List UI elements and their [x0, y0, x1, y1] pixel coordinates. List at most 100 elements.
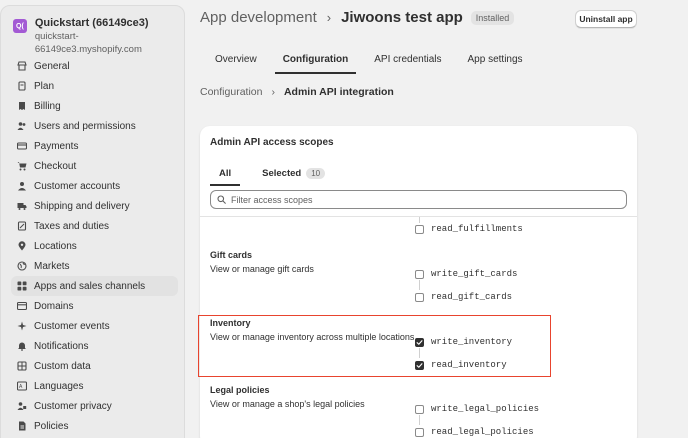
tax-icon: [17, 221, 27, 231]
policy-icon: [17, 421, 27, 431]
apps-icon: [17, 281, 27, 291]
checkbox-write-gift-cards[interactable]: [415, 269, 424, 279]
sub-breadcrumb-current: Admin API integration: [283, 86, 394, 98]
sub-breadcrumb-parent-link[interactable]: Configuration: [200, 86, 262, 98]
sidebar-item-label: Taxes and duties: [34, 220, 110, 232]
selected-count-badge: 10: [306, 167, 326, 179]
search-icon: [217, 191, 226, 209]
tab-configuration[interactable]: Configuration: [274, 46, 357, 74]
sidebar-item-label: Policies: [34, 420, 69, 432]
sidebar-item-label: Customer events: [34, 320, 110, 332]
sidebar-item-users-and-permissions[interactable]: Users and permissions: [11, 116, 178, 136]
scope-label: read_fulfillments: [431, 224, 523, 234]
checkbox-read-fulfillments[interactable]: [415, 224, 424, 234]
sidebar-item-label: Custom data: [34, 360, 91, 372]
scope-label: write_legal_policies: [431, 404, 540, 414]
sidebar-item-checkout[interactable]: Checkout: [11, 156, 178, 176]
store-name: Quickstart (66149ce3): [34, 17, 149, 29]
sidebar-item-policies[interactable]: Policies: [11, 416, 178, 436]
events-icon: [17, 321, 27, 331]
sidebar-item-label: Customer privacy: [34, 400, 112, 412]
sidebar-item-label: General: [34, 60, 70, 72]
domain-icon: [17, 301, 27, 311]
tab-overview[interactable]: Overview: [207, 46, 265, 72]
sidebar-item-markets[interactable]: Markets: [11, 256, 178, 276]
search-input[interactable]: [231, 194, 611, 205]
sidebar-item-label: Markets: [34, 260, 70, 272]
store-icon: [17, 61, 27, 71]
scope-row-read-fulfillments: read_fulfillments: [415, 224, 523, 234]
sidebar-item-payments[interactable]: Payments: [11, 136, 178, 156]
sidebar-item-notifications[interactable]: Notifications: [11, 336, 178, 356]
truck-icon: [17, 201, 27, 211]
sidebar-item-customer-privacy[interactable]: Customer privacy: [11, 396, 178, 416]
highlight-annotation-box: [198, 315, 551, 377]
receipt-icon: [17, 101, 27, 111]
sidebar-item-general[interactable]: General: [11, 56, 178, 76]
sidebar-item-label: Users and permissions: [34, 120, 136, 132]
sidebar-item-label: Languages: [34, 380, 84, 392]
card-icon: [17, 141, 27, 151]
sidebar-item-label: Notifications: [34, 340, 89, 352]
status-badge: Installed: [470, 10, 515, 25]
sidebar-item-label: Domains: [34, 300, 74, 312]
scope-connector-line: [419, 415, 420, 425]
section-gift-cards: Gift cards View or manage gift cards: [210, 250, 630, 274]
sidebar-item-label: Billing: [34, 100, 61, 112]
sidebar-item-locations[interactable]: Locations: [11, 236, 178, 256]
scope-row-write-gift-cards: write_gift_cards: [415, 269, 517, 279]
tab-selected-label: Selected: [262, 167, 302, 179]
sidebar-item-apps-and-sales-channels[interactable]: Apps and sales channels: [11, 276, 178, 296]
sidebar-item-shipping-and-delivery[interactable]: Shipping and delivery: [11, 196, 178, 216]
sidebar-item-taxes-and-duties[interactable]: Taxes and duties: [11, 216, 178, 236]
settings-sidebar: Q( Quickstart (66149ce3) quickstart-6614…: [0, 5, 185, 438]
svg-text:A: A: [19, 384, 23, 390]
scope-row-read-gift-cards: read_gift_cards: [415, 292, 512, 302]
store-domain: quickstart-66149ce3.myshopify.com: [34, 31, 142, 55]
chevron-right-icon: ›: [326, 10, 332, 25]
sidebar-item-label: Checkout: [34, 160, 77, 172]
section-legal-policies: Legal policies View or manage a shop's l…: [210, 385, 630, 409]
tab-all-scopes[interactable]: All: [210, 160, 241, 186]
section-description: View or manage a shop's legal policies: [210, 399, 365, 409]
sidebar-item-label: Apps and sales channels: [34, 280, 146, 292]
uninstall-app-button[interactable]: Uninstall app: [575, 10, 637, 28]
settings-nav: General Plan Billing Users and permissions P…: [11, 56, 178, 436]
plan-icon: [17, 81, 27, 91]
tab-app-settings[interactable]: App settings: [460, 46, 531, 72]
sidebar-item-label: Payments: [34, 140, 79, 152]
app-tabs: Overview Configuration API credentials A…: [207, 46, 541, 74]
language-icon: A: [17, 381, 27, 391]
sub-breadcrumb: Configuration › Admin API integration: [200, 86, 394, 98]
scope-label: write_gift_cards: [431, 269, 518, 279]
page-breadcrumb: App development › Jiwoons test app Insta…: [200, 9, 515, 26]
sidebar-item-label: Shipping and delivery: [34, 200, 130, 212]
sidebar-item-plan[interactable]: Plan: [11, 76, 178, 96]
scope-label: read_gift_cards: [431, 292, 513, 302]
scope-filter-tabs: All Selected 10: [210, 160, 326, 186]
sidebar-item-domains[interactable]: Domains: [11, 296, 178, 316]
users-icon: [17, 121, 27, 131]
checkbox-write-legal-policies[interactable]: [415, 404, 424, 414]
section-description: View or manage gift cards: [210, 264, 314, 274]
sidebar-item-custom-data[interactable]: Custom data: [11, 356, 178, 376]
data-icon: [17, 361, 27, 371]
tab-api-credentials[interactable]: API credentials: [366, 46, 449, 72]
globe-icon: [17, 261, 27, 271]
scope-row-read-legal-policies: read_legal_policies: [415, 427, 534, 437]
sidebar-item-customer-events[interactable]: Customer events: [11, 316, 178, 336]
sidebar-item-billing[interactable]: Billing: [11, 96, 178, 116]
scope-search-field[interactable]: [210, 190, 627, 209]
sidebar-item-customer-accounts[interactable]: Customer accounts: [11, 176, 178, 196]
access-scopes-card: Admin API access scopes All Selected 10 …: [200, 126, 637, 438]
section-title: Gift cards: [210, 250, 253, 260]
breadcrumb-parent-link[interactable]: App development: [200, 9, 317, 26]
page-title: Jiwoons test app: [341, 9, 463, 26]
tab-selected-scopes[interactable]: Selected 10: [262, 160, 326, 186]
sidebar-item-label: Customer accounts: [34, 180, 121, 192]
checkbox-read-gift-cards[interactable]: [415, 292, 424, 302]
scope-label: read_legal_policies: [431, 427, 534, 437]
checkbox-read-legal-policies[interactable]: [415, 427, 424, 437]
store-switcher[interactable]: Q( Quickstart (66149ce3) quickstart-6614…: [13, 16, 184, 56]
sidebar-item-languages[interactable]: A Languages: [11, 376, 178, 396]
